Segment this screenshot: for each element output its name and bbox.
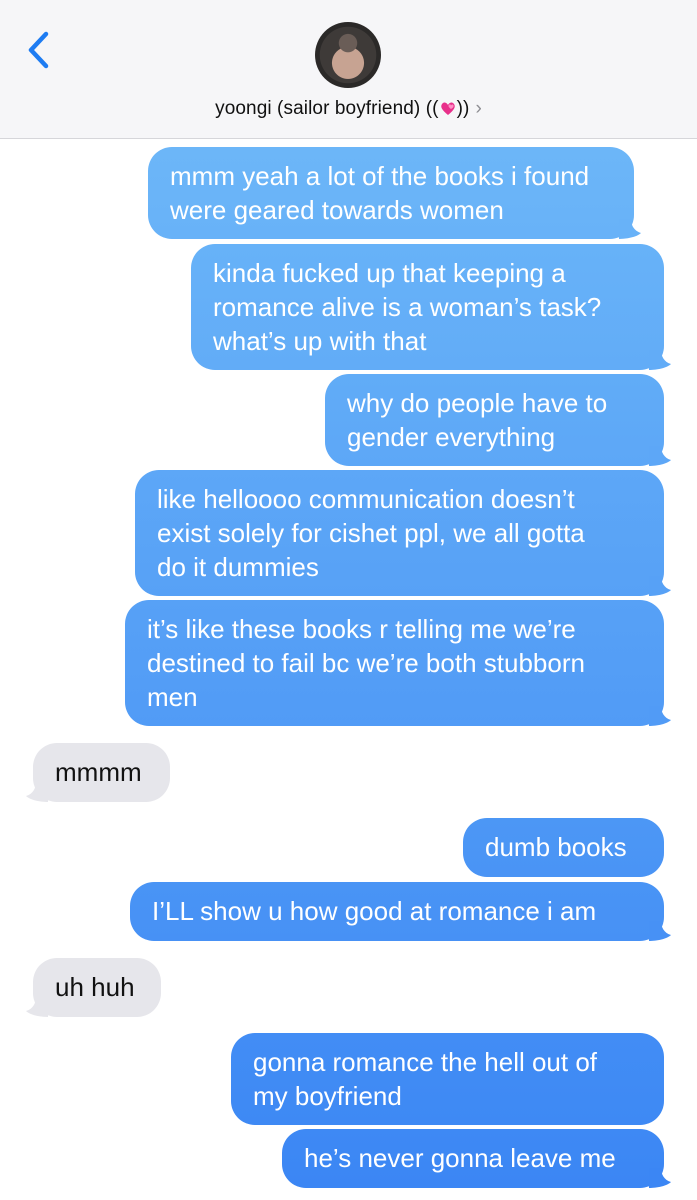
contact-avatar[interactable]	[315, 22, 381, 88]
back-chevron-icon[interactable]	[22, 30, 58, 70]
message-line: mmm yeah a lot of the books i found	[170, 161, 590, 191]
contact-name: yoongi (sailor boyfriend) ((	[215, 98, 439, 119]
contact-name-suffix: ))	[456, 98, 470, 119]
bubble-tail	[26, 782, 48, 802]
bubble-tail	[26, 997, 48, 1017]
message-line: destined to fail bc we’re both stubborn	[147, 648, 585, 678]
message-bubble-out[interactable]: mmm yeah a lot of the books i found were…	[148, 147, 634, 239]
bubble-tail	[649, 1168, 671, 1188]
message-line: were geared towards women	[170, 195, 504, 225]
message-line: what’s up with that	[213, 326, 427, 356]
message-line: uh huh	[55, 972, 135, 1002]
message-line: men	[147, 682, 198, 712]
bubble-tail	[649, 350, 671, 370]
bubble-tail	[649, 706, 671, 726]
message-line: do it dummies	[157, 552, 319, 582]
conversation-header: yoongi (sailor boyfriend) (()) ›	[0, 0, 697, 139]
message-line: mmmm	[55, 757, 142, 787]
message-line: why do people have to	[347, 388, 608, 418]
bubble-tail	[649, 446, 671, 466]
message-bubble-out[interactable]: gonna romance the hell out of my boyfrie…	[231, 1033, 664, 1125]
message-line: like helloooo communication doesn’t	[157, 484, 575, 514]
message-line: gonna romance the hell out of	[253, 1047, 598, 1077]
message-line: gender everything	[347, 422, 556, 452]
message-bubble-out[interactable]: why do people have to gender everything	[325, 374, 664, 466]
message-line: it’s like these books r telling me we’re	[147, 614, 576, 644]
message-bubble-out[interactable]: like helloooo communication doesn’t exis…	[135, 470, 664, 596]
message-bubble-out[interactable]: kinda fucked up that keeping a romance a…	[191, 244, 664, 370]
message-line: I’LL show u how good at romance i am	[152, 896, 597, 926]
message-bubble-in[interactable]: uh huh	[33, 958, 161, 1017]
message-line: exist solely for cishet ppl, we all gott…	[157, 518, 585, 548]
message-line: he’s never gonna leave me	[304, 1143, 616, 1173]
message-bubble-out[interactable]: I’LL show u how good at romance i am	[130, 882, 664, 941]
two-hearts-icon	[440, 100, 456, 115]
chevron-right-icon[interactable]: ›	[475, 98, 481, 119]
contact-name-row[interactable]: yoongi (sailor boyfriend) (()) ›	[0, 98, 697, 120]
message-bubble-in[interactable]: mmmm	[33, 743, 170, 802]
message-line: kinda fucked up that keeping a	[213, 258, 566, 288]
message-bubble-out[interactable]: dumb books	[463, 818, 664, 877]
message-bubble-out[interactable]: he’s never gonna leave me	[282, 1129, 664, 1188]
bubble-tail	[649, 921, 671, 941]
message-line: my boyfriend	[253, 1081, 402, 1111]
message-line: romance alive is a woman’s task?	[213, 292, 602, 322]
message-line: dumb books	[485, 832, 627, 862]
message-bubble-out[interactable]: it’s like these books r telling me we’re…	[125, 600, 664, 726]
bubble-tail	[619, 219, 641, 239]
bubble-tail	[649, 576, 671, 596]
